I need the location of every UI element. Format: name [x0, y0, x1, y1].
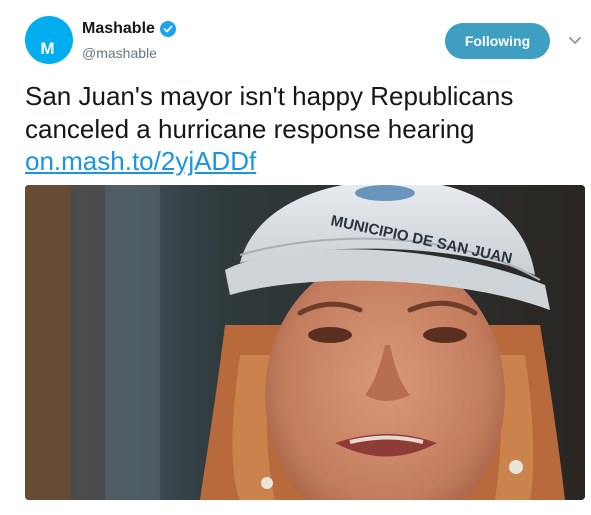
account-name[interactable]: Mashable [82, 20, 155, 38]
chevron-down-icon[interactable] [567, 34, 583, 46]
account-name-row: Mashable [82, 20, 176, 38]
following-button[interactable]: Following [445, 23, 550, 59]
verified-badge-icon [159, 21, 176, 37]
tweet-link[interactable]: on.mash.to/2yjADDf [25, 145, 256, 178]
avatar-logo-letter: M [40, 39, 55, 58]
account-handle[interactable]: @mashable [82, 45, 157, 61]
tweet-photo[interactable]: MUNICIPIO DE SAN JUAN [25, 185, 585, 500]
tweet-text: San Juan's mayor isn't happy Republicans… [25, 81, 514, 144]
avatar[interactable]: M [25, 16, 73, 64]
